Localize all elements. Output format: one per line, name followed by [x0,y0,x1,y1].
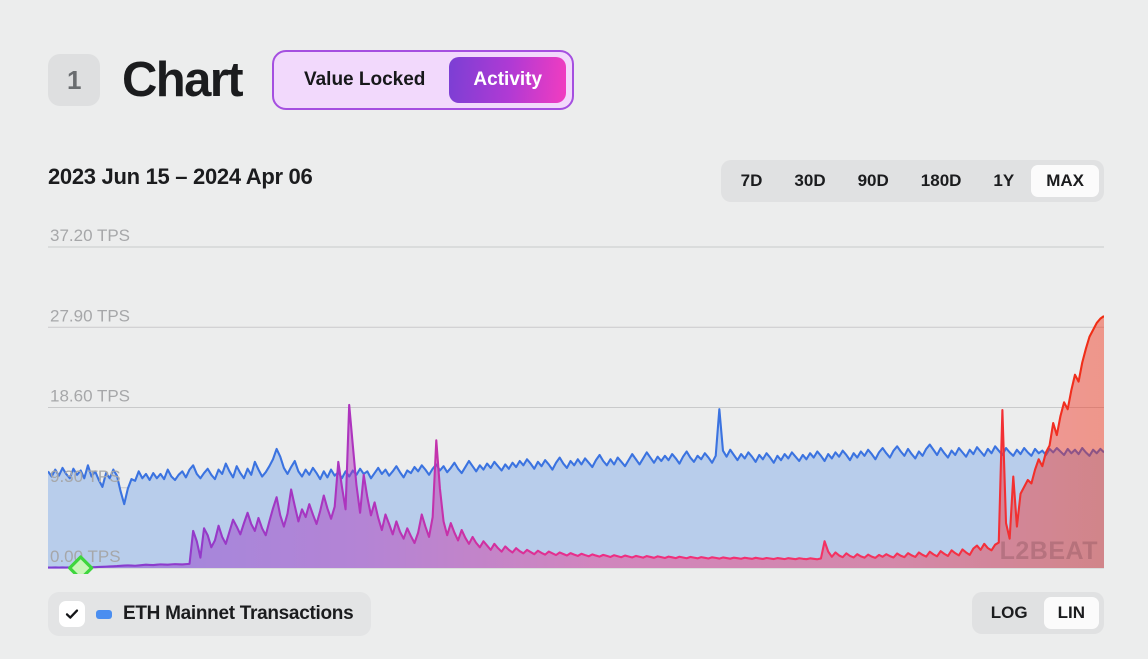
y-axis-tick-label: 37.20 TPS [50,226,130,245]
tab-activity[interactable]: Activity [449,57,566,103]
legend-label: ETH Mainnet Transactions [123,603,353,625]
tab-value-locked[interactable]: Value Locked [280,57,449,103]
time-range-7d[interactable]: 7D [726,165,778,197]
check-icon [64,606,80,622]
scale-log-button[interactable]: LOG [977,597,1042,629]
time-range-90d[interactable]: 90D [843,165,904,197]
section-index-badge: 1 [48,54,100,106]
chart-header: 1 Chart Value Locked Activity [48,50,574,110]
time-range-max[interactable]: MAX [1031,165,1099,197]
time-range-180d[interactable]: 180D [906,165,977,197]
time-range-30d[interactable]: 30D [779,165,840,197]
scale-lin-button[interactable]: LIN [1044,597,1099,629]
scope-toggle-group: Value Locked Activity [272,50,574,110]
date-range-label: 2023 Jun 15 – 2024 Apr 06 [48,164,312,190]
legend-color-swatch [96,610,112,619]
chart-canvas: 37.20 TPS27.90 TPS18.60 TPS9.30 TPS0.00 … [48,214,1104,574]
time-range-1y[interactable]: 1Y [978,165,1029,197]
checkbox-icon[interactable] [59,601,85,627]
scale-toggle-group: LOG LIN [972,592,1104,634]
y-axis-tick-label: 9.30 TPS [50,467,121,486]
y-axis-tick-label: 18.60 TPS [50,387,130,406]
y-axis-tick-label: 27.90 TPS [50,306,130,325]
time-range-group: 7D 30D 90D 180D 1Y MAX [721,160,1104,202]
page-title: Chart [122,56,242,105]
legend-item-eth-mainnet[interactable]: ETH Mainnet Transactions [48,592,371,636]
activity-chart[interactable]: 37.20 TPS27.90 TPS18.60 TPS9.30 TPS0.00 … [48,214,1104,574]
